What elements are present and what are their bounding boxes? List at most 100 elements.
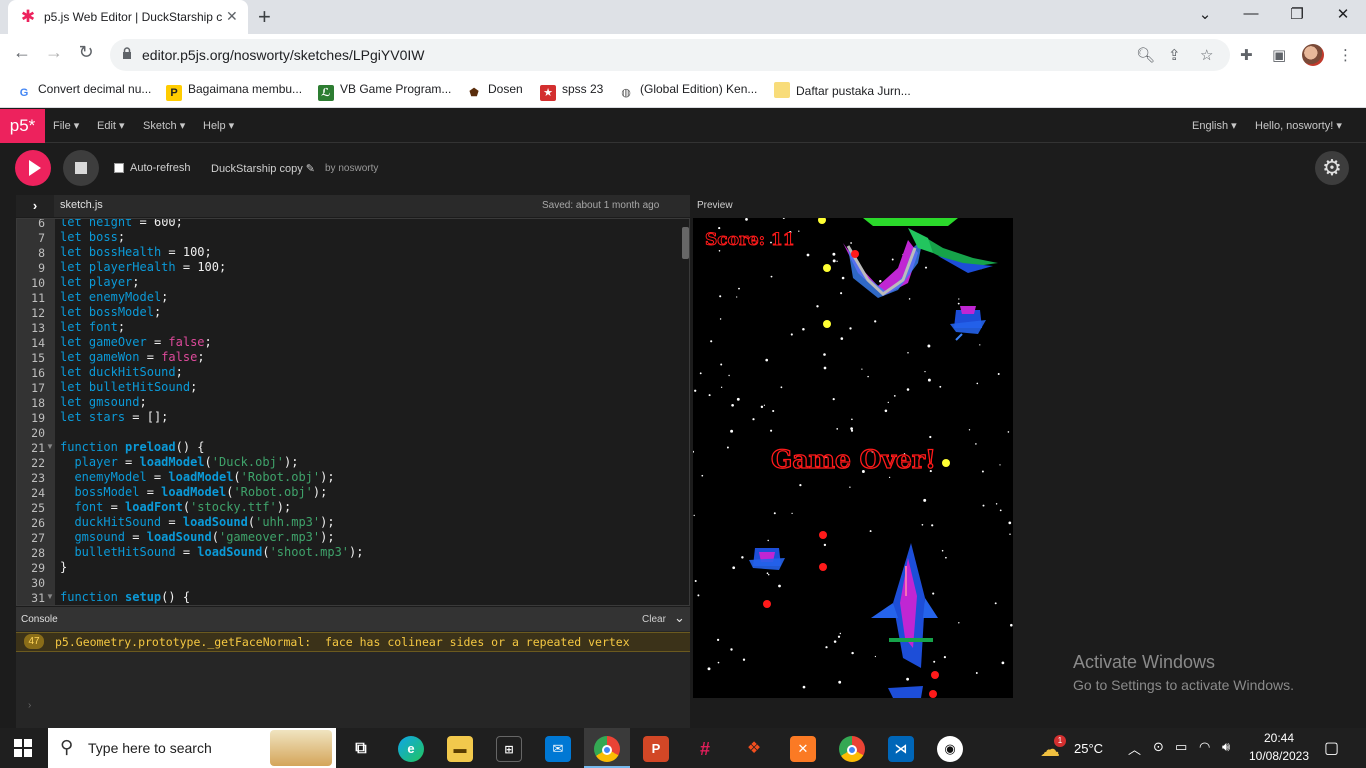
zoom-icon[interactable]: 🔍︎ — [1136, 46, 1155, 64]
star — [825, 646, 828, 649]
temperature-text[interactable]: 25°C — [1074, 741, 1103, 756]
menu-file[interactable]: File ▾ — [53, 119, 79, 132]
code-line: let bulletHitSound; — [60, 380, 198, 394]
menu-help[interactable]: Help ▾ — [203, 119, 234, 132]
browser-tab[interactable]: ✱ p5.js Web Editor | DuckStarship c ✕ — [8, 0, 248, 34]
file-explorer-icon[interactable]: ▬ — [447, 736, 473, 762]
slack-icon[interactable]: # — [692, 736, 718, 762]
star — [736, 296, 738, 298]
lock-icon — [123, 47, 131, 59]
profile-avatar[interactable] — [1302, 44, 1324, 66]
settings-gear-icon[interactable]: ⚙ — [1315, 151, 1349, 185]
console-prompt-icon[interactable]: › — [28, 700, 31, 711]
minimize-button[interactable]: — — [1228, 5, 1274, 22]
bookmark-item[interactable]: ◍ (Global Edition) Ken... — [618, 82, 757, 102]
sketch-preview-canvas[interactable]: Score: 11 Game Over! — [693, 218, 1013, 698]
taskbar-search-box[interactable]: ⚲ Type here to search — [48, 728, 336, 768]
xampp-icon[interactable]: ✕ — [790, 736, 816, 762]
bookmark-item[interactable]: G Convert decimal nu... — [16, 82, 152, 102]
sketch-name[interactable]: DuckStarship copy ✎ — [211, 162, 315, 175]
notifications-icon[interactable]: ▢ — [1324, 738, 1339, 758]
google-icon: G — [19, 87, 29, 99]
menu-edit[interactable]: Edit ▾ — [97, 119, 125, 132]
star — [874, 320, 877, 323]
new-tab-button[interactable]: + — [258, 4, 271, 30]
play-button[interactable] — [15, 150, 51, 186]
star — [799, 483, 802, 487]
console-collapse-chevron-icon[interactable]: ⌄ — [674, 610, 685, 626]
volume-icon[interactable]: 🔊︎ — [1222, 739, 1230, 755]
wifi-icon[interactable]: ◠ — [1199, 739, 1210, 755]
meet-now-icon[interactable]: ⊙ — [1153, 739, 1164, 755]
mail-icon[interactable]: ✉ — [545, 736, 571, 762]
restore-button[interactable]: ❐ — [1274, 5, 1320, 23]
star — [975, 672, 978, 674]
score-text: Score: 11 — [705, 230, 795, 250]
code-line: let player; — [60, 275, 140, 289]
menu-edit-label: Edit — [97, 120, 116, 132]
star — [891, 258, 894, 261]
side-panel-icon[interactable]: ▣ — [1272, 46, 1286, 64]
menu-sketch[interactable]: Sketch ▾ — [143, 119, 185, 132]
star — [1001, 661, 1005, 665]
store-icon[interactable]: ⊞ — [496, 736, 522, 762]
bookmark-item[interactable]: ⬟ Dosen — [466, 82, 522, 102]
code-area[interactable]: let height = 600; let boss; let bossHealth… — [17, 218, 677, 605]
file-name[interactable]: sketch.js — [60, 199, 103, 211]
address-bar[interactable]: editor.p5js.org/nosworty/sketches/LPgiYV… — [110, 39, 1230, 71]
tray-chevron-icon[interactable]: ︿ — [1128, 739, 1141, 758]
boss-robot-model — [843, 218, 998, 298]
stop-button[interactable] — [63, 150, 99, 186]
language-menu[interactable]: English ▾ — [1192, 119, 1237, 132]
github-icon[interactable]: ◉ — [937, 736, 963, 762]
chrome-menu-icon[interactable]: ⋮ — [1338, 46, 1353, 64]
star — [933, 660, 936, 663]
star — [850, 427, 853, 430]
bookmark-item[interactable]: ℒ VB Game Program... — [318, 82, 451, 102]
clock-date[interactable]: 10/08/2023 — [1244, 749, 1314, 763]
sidebar-toggle-chevron-icon[interactable]: › — [16, 195, 54, 217]
edge-icon[interactable]: e — [398, 736, 424, 762]
star — [958, 298, 960, 300]
code-line: let font; — [60, 320, 126, 334]
task-view-icon[interactable]: ⧉ — [348, 736, 374, 762]
star — [832, 259, 836, 263]
battery-icon[interactable]: ▭ — [1175, 739, 1187, 755]
console-clear-button[interactable]: Clear — [642, 614, 666, 625]
share-icon[interactable]: ⇪ — [1168, 46, 1181, 64]
star — [741, 556, 744, 559]
tab-close-icon[interactable]: ✕ — [226, 8, 238, 25]
code-line: bulletHitSound = loadSound('shoot.mp3'); — [74, 545, 364, 559]
star — [982, 504, 985, 507]
code-editor[interactable]: 6 7 8 9 10 11 12 13 14 15 16 17 18 19 20 21 ▼ 22 23 24 25 26 2… — [16, 218, 690, 606]
star — [906, 677, 909, 681]
code-line: let enemyModel; — [60, 290, 169, 304]
powerpoint-icon[interactable]: P — [643, 736, 669, 762]
star — [931, 524, 934, 527]
clock-time[interactable]: 20:44 — [1249, 731, 1309, 745]
p5-logo[interactable]: p5* — [0, 109, 45, 143]
author-link[interactable]: nosworty — [338, 163, 378, 174]
extensions-icon[interactable]: ✚ — [1240, 46, 1253, 64]
forward-icon[interactable]: → — [42, 42, 66, 63]
tab-search-icon[interactable]: ⌄ — [1182, 5, 1228, 23]
code-line: bossModel = loadModel('Robot.obj'); — [74, 485, 328, 499]
code-line: let height = 600; — [60, 218, 183, 229]
vscode-icon[interactable]: ⋊ — [888, 736, 914, 762]
auto-refresh-checkbox[interactable] — [114, 163, 124, 173]
star — [730, 648, 733, 651]
back-icon[interactable]: ← — [10, 42, 34, 63]
star — [802, 685, 806, 689]
editor-scrollbar[interactable] — [682, 227, 689, 259]
close-window-button[interactable]: ✕ — [1320, 5, 1366, 23]
bookmark-item[interactable]: P Bagaimana membu... — [166, 82, 302, 102]
windows-start-icon[interactable] — [14, 739, 32, 762]
chrome-profile-icon[interactable] — [839, 736, 865, 762]
figma-icon[interactable]: ❖ — [741, 736, 767, 762]
bookmark-star-icon[interactable]: ☆ — [1200, 46, 1213, 64]
bookmark-item[interactable]: Daftar pustaka Jurn... — [774, 82, 911, 102]
reload-icon[interactable]: ↻ — [74, 42, 98, 63]
user-menu[interactable]: Hello, nosworty! ▾ — [1255, 119, 1342, 132]
bookmark-item[interactable]: ★ spss 23 — [540, 82, 603, 102]
chrome-icon[interactable] — [594, 736, 620, 762]
